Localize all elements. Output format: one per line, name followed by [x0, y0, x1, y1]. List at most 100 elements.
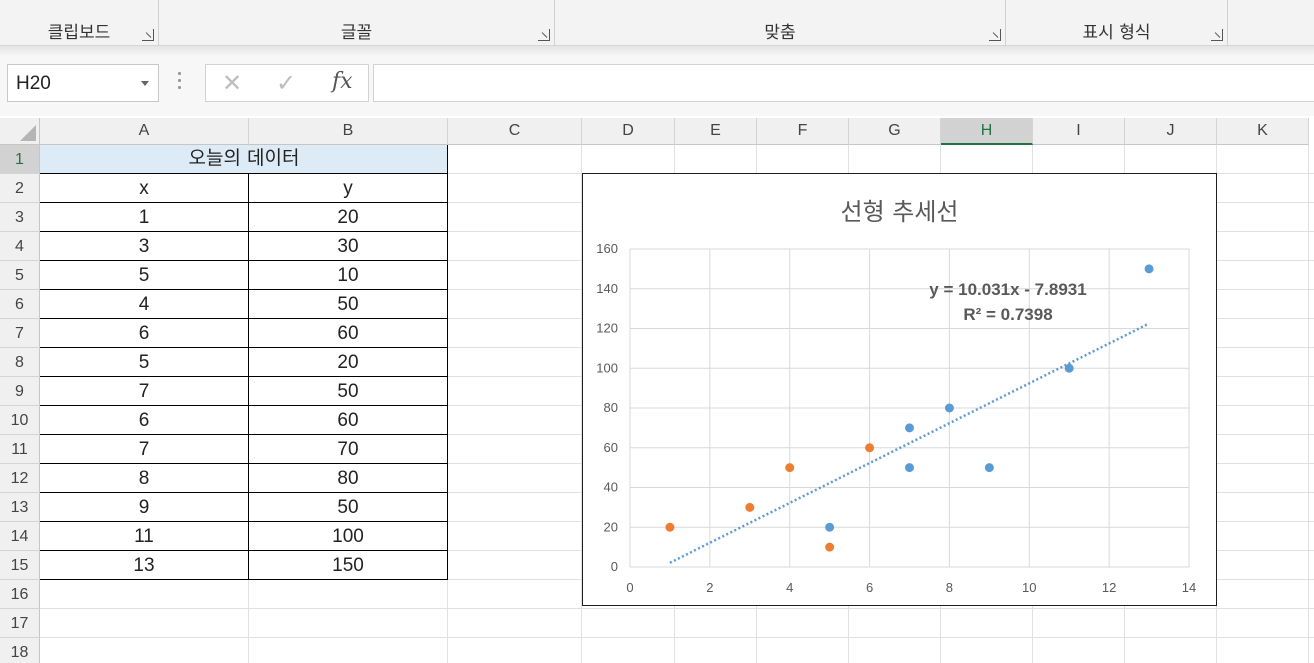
dialog-launcher-icon[interactable]: [538, 29, 550, 41]
header-cell-y[interactable]: y: [249, 174, 448, 203]
ribbon-group-label: 클립보드: [47, 23, 111, 43]
column-header-e[interactable]: E: [675, 118, 757, 145]
row-header-6[interactable]: 6: [0, 290, 40, 319]
dialog-launcher-icon[interactable]: [142, 29, 154, 41]
ribbon-group-clipboard: 클립보드: [0, 0, 159, 46]
ribbon-group-label: 맞춤: [764, 23, 796, 43]
table-cell-x[interactable]: 5: [40, 261, 249, 290]
table-cell-x[interactable]: 8: [40, 464, 249, 493]
table-cell-x[interactable]: 9: [40, 493, 249, 522]
dialog-launcher-icon[interactable]: [1211, 29, 1223, 41]
table-cell-x[interactable]: 6: [40, 319, 249, 348]
column-header-h[interactable]: H: [941, 118, 1033, 145]
name-box[interactable]: H20: [7, 64, 159, 102]
y-tick-label: 160: [596, 241, 618, 256]
column-header-i[interactable]: I: [1033, 118, 1125, 145]
chevron-down-icon[interactable]: [141, 81, 149, 86]
row-header-10[interactable]: 10: [0, 406, 40, 435]
select-all-corner[interactable]: [0, 118, 40, 145]
table-cell-y[interactable]: 60: [249, 406, 448, 435]
formula-input[interactable]: [373, 64, 1314, 102]
table-cell-x[interactable]: 4: [40, 290, 249, 319]
row-header-1[interactable]: 1: [0, 145, 40, 174]
y-tick-label: 60: [604, 440, 618, 455]
name-box-value: H20: [16, 73, 51, 94]
table-cell-y[interactable]: 20: [249, 348, 448, 377]
table-cell-x[interactable]: 13: [40, 551, 249, 580]
table-cell-y[interactable]: 10: [249, 261, 448, 290]
ribbon-group-number-format: 표시 형식: [1006, 0, 1228, 46]
table-cell-y[interactable]: 30: [249, 232, 448, 261]
table-cell-y[interactable]: 150: [249, 551, 448, 580]
data-point-series-2: [785, 463, 795, 473]
column-header-a[interactable]: A: [40, 118, 249, 145]
table-cell-x[interactable]: 6: [40, 406, 249, 435]
row-header-12[interactable]: 12: [0, 464, 40, 493]
column-header-f[interactable]: F: [757, 118, 849, 145]
enter-icon[interactable]: ✓: [276, 69, 296, 97]
table-cell-y[interactable]: 50: [249, 290, 448, 319]
table-cell-y[interactable]: 20: [249, 203, 448, 232]
row-header-17[interactable]: 17: [0, 609, 40, 638]
data-point-series-2: [825, 542, 835, 552]
table-cell-y[interactable]: 100: [249, 522, 448, 551]
x-tick-label: 10: [1022, 580, 1036, 595]
column-header-k[interactable]: K: [1217, 118, 1309, 145]
table-title-cell[interactable]: 오늘의 데이터: [40, 145, 448, 174]
header-cell-x[interactable]: x: [40, 174, 249, 203]
table-cell-x[interactable]: 5: [40, 348, 249, 377]
row-header-13[interactable]: 13: [0, 493, 40, 522]
row-header-3[interactable]: 3: [0, 203, 40, 232]
grip-icon[interactable]: [178, 72, 182, 94]
row-header-11[interactable]: 11: [0, 435, 40, 464]
column-header-g[interactable]: G: [849, 118, 941, 145]
cancel-icon[interactable]: ✕: [222, 69, 242, 97]
column-header-j[interactable]: J: [1125, 118, 1217, 145]
x-tick-label: 6: [866, 580, 873, 595]
table-cell-x[interactable]: 7: [40, 435, 249, 464]
y-tick-label: 40: [604, 480, 618, 495]
row-header-5[interactable]: 5: [0, 261, 40, 290]
x-tick-label: 4: [786, 580, 793, 595]
dialog-launcher-icon[interactable]: [989, 29, 1001, 41]
row-header-18[interactable]: 18: [0, 638, 40, 663]
table-cell-y[interactable]: 70: [249, 435, 448, 464]
y-tick-label: 0: [611, 559, 618, 574]
ribbon-shadow: [0, 46, 1314, 56]
table-cell-y[interactable]: 80: [249, 464, 448, 493]
table-cell-y[interactable]: 50: [249, 377, 448, 406]
row-header-16[interactable]: 16: [0, 580, 40, 609]
table-cell-x[interactable]: 3: [40, 232, 249, 261]
row-header-4[interactable]: 4: [0, 232, 40, 261]
y-tick-label: 20: [604, 519, 618, 534]
formula-bar: H20 ✕ ✓ fx: [0, 56, 1314, 116]
row-header-9[interactable]: 9: [0, 377, 40, 406]
x-tick-label: 2: [706, 580, 713, 595]
column-header-b[interactable]: B: [249, 118, 448, 145]
row-header-15[interactable]: 15: [0, 551, 40, 580]
data-point-series-2: [745, 502, 755, 512]
trendline-equation: y = 10.031x - 7.8931: [929, 280, 1087, 299]
row-header-2[interactable]: 2: [0, 174, 40, 203]
row-header-14[interactable]: 14: [0, 522, 40, 551]
ribbon-group-label: 표시 형식: [1082, 23, 1151, 43]
chart-plot: 0 20 40 60 80 100 120 140 160 0 2 4 6 8 10 12 14: [596, 241, 1196, 595]
data-point-series-1: [1144, 264, 1154, 274]
data-point-series-1: [905, 423, 914, 433]
scatter-chart[interactable]: 선형 추세선 0 20 40 60 80 100 120 140 160 0 2 4 6 8 10 12 14 …: [582, 173, 1217, 606]
ribbon-group-label: 글꼴: [340, 23, 373, 43]
y-tick-label: 80: [604, 400, 618, 415]
column-header-c[interactable]: C: [448, 118, 582, 145]
column-header-d[interactable]: D: [582, 118, 675, 145]
row-header-8[interactable]: 8: [0, 348, 40, 377]
table-cell-y[interactable]: 50: [249, 493, 448, 522]
x-tick-label: 8: [946, 580, 953, 595]
data-point-series-1: [825, 522, 835, 532]
table-cell-x[interactable]: 11: [40, 522, 249, 551]
table-cell-x[interactable]: 1: [40, 203, 249, 232]
data-point-series-1: [944, 403, 954, 413]
row-header-7[interactable]: 7: [0, 319, 40, 348]
table-cell-y[interactable]: 60: [249, 319, 448, 348]
insert-function-button[interactable]: fx: [332, 69, 353, 94]
table-cell-x[interactable]: 7: [40, 377, 249, 406]
